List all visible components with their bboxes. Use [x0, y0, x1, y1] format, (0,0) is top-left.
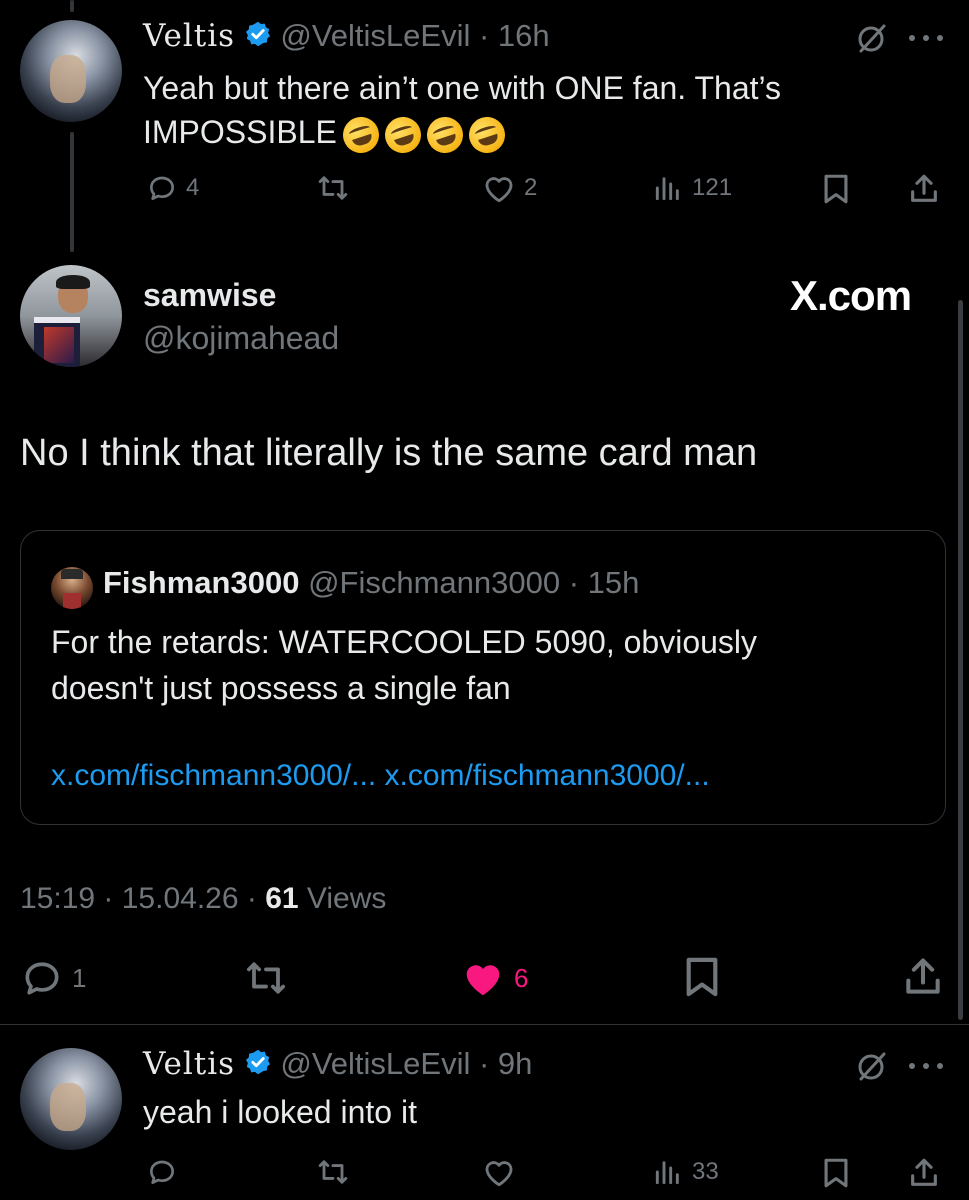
main-like-count: 6	[514, 962, 529, 993]
main-reply-button[interactable]: 1	[20, 956, 86, 1000]
tweet3-author-name[interactable]: Veltis	[143, 1046, 235, 1082]
separator-dot: ·	[560, 565, 588, 600]
tweet3-like-button[interactable]	[482, 1156, 516, 1188]
tweet1-text-line2-word: IMPOSSIBLE	[143, 114, 337, 150]
verified-badge-icon	[244, 20, 272, 56]
quote-text-line2: doesn't just possess a single fan	[51, 670, 511, 706]
separator-dot: ·	[95, 882, 122, 915]
laughing-emoji-icon	[380, 111, 426, 158]
heart-icon	[485, 1161, 513, 1187]
main-like-button[interactable]: 6	[460, 956, 528, 1000]
thread-line-top	[70, 0, 74, 12]
quote-text: For the retards: WATERCOOLED 5090, obvio…	[51, 619, 757, 711]
reply-icon	[150, 176, 174, 200]
main-tweet-text: No I think that literally is the same ca…	[20, 432, 758, 474]
tweet1-reply-button[interactable]: 4	[146, 172, 199, 204]
reply-icon	[150, 1160, 174, 1184]
main-author-name[interactable]: samwise	[143, 277, 276, 314]
tweet3-share-button[interactable]	[907, 1156, 941, 1190]
main-tweet-time[interactable]: 15:19	[20, 882, 95, 915]
tweet1-like-count: 2	[524, 174, 538, 201]
verified-badge-icon	[244, 1048, 272, 1084]
share-icon	[911, 1158, 937, 1186]
main-tweet-views-count[interactable]: 61	[265, 882, 298, 915]
avatar-samwise[interactable]	[20, 265, 122, 367]
tweet1-like-button[interactable]: 2	[482, 172, 537, 204]
more-options-icon[interactable]	[906, 1061, 946, 1071]
tweet3-views-count: 33	[692, 1158, 719, 1185]
tweet1-bookmark-button[interactable]	[821, 172, 851, 206]
repost-icon	[246, 962, 286, 994]
quote-links: x.com/fischmann3000/... x.com/fischmann3…	[51, 759, 710, 793]
tweet1-views-button[interactable]: 121	[652, 172, 732, 204]
tweet3-handle[interactable]: @VeltisLeEvil	[280, 1046, 470, 1081]
tweet3-header: Veltis @VeltisLeEvil · 9h	[143, 1046, 532, 1084]
laughing-emoji-icon	[464, 111, 510, 158]
grok-icon[interactable]	[856, 1050, 888, 1082]
quote-header: Fishman3000 @Fischmann3000 · 15h	[103, 565, 639, 601]
tweet1-text: Yeah but there ain’t one with ONE fan. T…	[143, 66, 782, 158]
x-com-watermark: X.com	[790, 272, 912, 319]
heart-icon	[485, 177, 513, 203]
tweet3-reply-button[interactable]	[146, 1156, 178, 1188]
laughing-emoji-icon	[422, 111, 468, 158]
main-reply-count: 1	[72, 962, 87, 993]
avatar-veltis-reply[interactable]	[20, 1048, 122, 1150]
tweet3-time[interactable]: 9h	[498, 1046, 532, 1081]
repost-icon	[318, 1160, 348, 1184]
scrollbar[interactable]	[958, 300, 963, 1020]
tweet1-author-name[interactable]: Veltis	[143, 18, 235, 54]
views-icon	[655, 177, 679, 201]
quote-time: 15h	[587, 565, 640, 600]
bookmark-icon	[824, 1158, 848, 1188]
tweet1-views-count: 121	[692, 174, 733, 201]
bookmark-icon	[824, 174, 848, 204]
tweet1-text-line2: IMPOSSIBLE	[143, 110, 781, 158]
main-tweet-views-label: Views	[306, 882, 387, 915]
main-bookmark-button[interactable]	[683, 954, 721, 1000]
avatar-fishman	[51, 567, 93, 609]
thread-line-bottom	[70, 132, 74, 252]
tweet3-bookmark-button[interactable]	[821, 1156, 851, 1190]
quote-author-name: Fishman3000	[103, 565, 300, 600]
tweet3-views-button[interactable]: 33	[652, 1156, 719, 1188]
tweet1-handle[interactable]: @VeltisLeEvil	[280, 18, 470, 53]
quote-link-1[interactable]: x.com/fischmann3000/...	[51, 759, 376, 792]
quote-text-line1: For the retards: WATERCOOLED 5090, obvio…	[51, 624, 758, 660]
quoted-tweet-card[interactable]: Fishman3000 @Fischmann3000 · 15h For the…	[20, 530, 946, 825]
tweet1-reply-count: 4	[186, 174, 200, 201]
tweet1-time[interactable]: 16h	[498, 18, 550, 53]
main-repost-button[interactable]	[242, 956, 290, 1000]
tweet1-text-line1: Yeah but there ain’t one with ONE fan. T…	[143, 70, 782, 106]
share-icon	[911, 174, 937, 202]
main-tweet-meta: 15:19 · 15.04.26 · 61 Views	[20, 882, 386, 916]
heart-filled-icon	[466, 965, 500, 996]
tweet1-share-button[interactable]	[907, 172, 941, 206]
more-options-icon[interactable]	[906, 33, 946, 43]
quote-author-handle: @Fischmann3000	[308, 565, 561, 600]
separator-dot: ·	[238, 882, 266, 915]
reply-icon	[25, 962, 59, 995]
laughing-emoji-icon	[338, 111, 384, 158]
avatar-veltis[interactable]	[20, 20, 122, 122]
divider	[0, 1024, 969, 1025]
tweet3-repost-button[interactable]	[315, 1156, 351, 1188]
separator-dot: ·	[470, 18, 498, 53]
quote-link-2[interactable]: x.com/fischmann3000/...	[385, 759, 710, 792]
main-share-button[interactable]	[901, 954, 945, 1000]
repost-icon	[318, 176, 348, 200]
views-icon	[655, 1161, 679, 1185]
main-author-handle[interactable]: @kojimahead	[143, 320, 339, 357]
main-tweet-date[interactable]: 15.04.26	[122, 882, 239, 915]
tweet3-text: yeah i looked into it	[143, 1094, 417, 1130]
grok-icon[interactable]	[856, 22, 888, 54]
tweet1-header: Veltis @VeltisLeEvil · 16h	[143, 18, 550, 56]
bookmark-icon	[686, 957, 718, 997]
separator-dot: ·	[470, 1046, 498, 1081]
tweet1-repost-button[interactable]	[315, 172, 351, 204]
share-icon	[906, 958, 940, 994]
